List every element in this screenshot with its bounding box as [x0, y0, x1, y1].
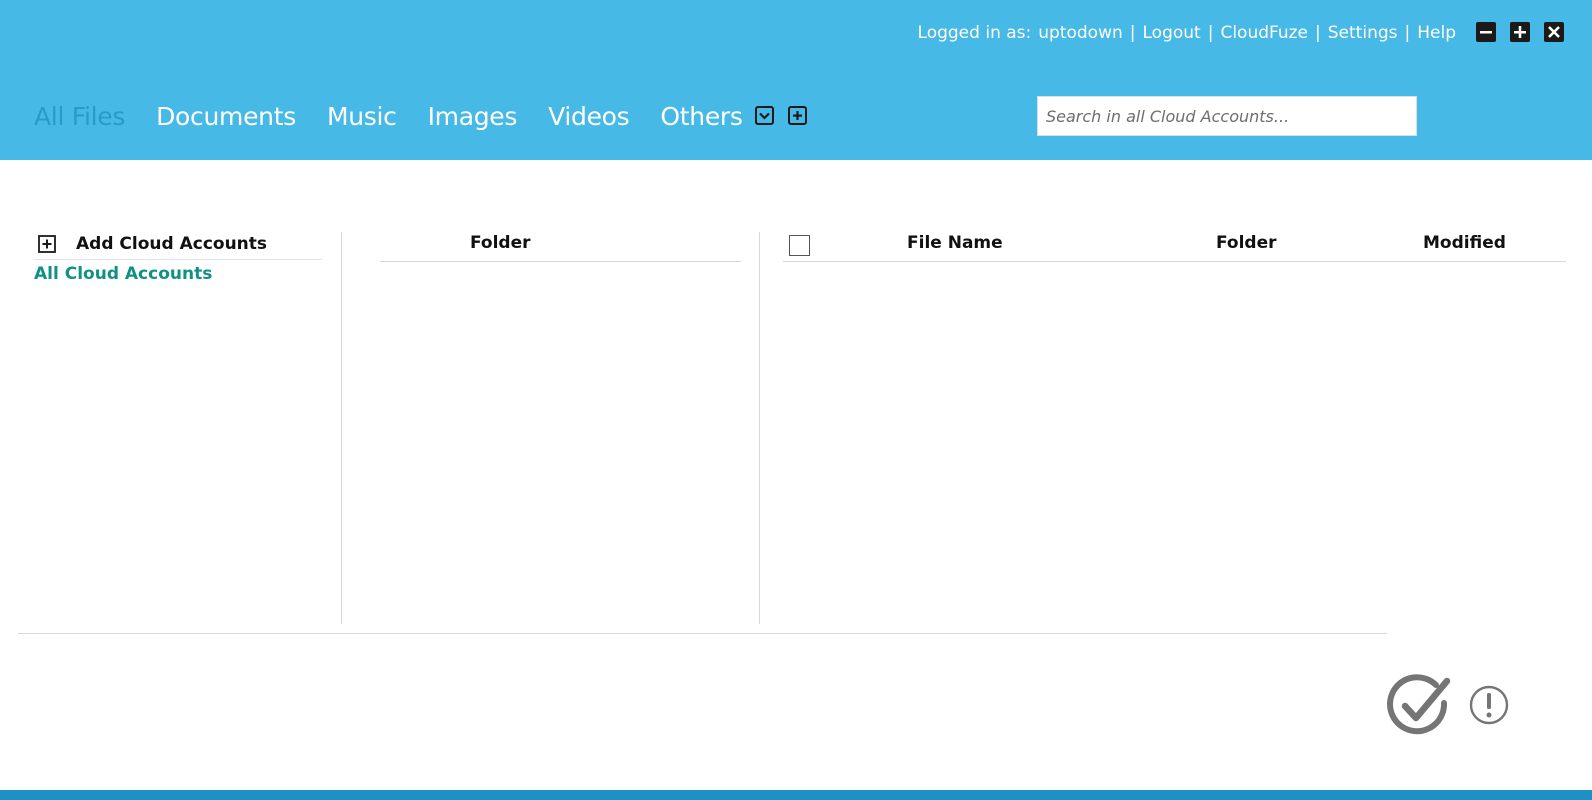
files-panel-header: File Name Folder Modified	[783, 228, 1566, 262]
add-cloud-accounts-label: Add Cloud Accounts	[76, 233, 268, 254]
cloudfuze-app-window: Logged in as: uptodown | Logout | CloudF…	[0, 0, 1592, 800]
logged-in-label: Logged in as:	[917, 23, 1032, 43]
plus-box-icon	[788, 106, 807, 125]
settings-link[interactable]: Settings	[1328, 23, 1398, 43]
tabs-dropdown-button[interactable]	[755, 106, 774, 125]
maximize-button[interactable]	[1510, 22, 1530, 42]
content-divider	[18, 633, 1387, 634]
help-link[interactable]: Help	[1417, 23, 1456, 43]
all-cloud-accounts-item[interactable]: All Cloud Accounts	[34, 264, 322, 284]
panel-divider	[341, 232, 342, 624]
chevron-down-box-icon	[755, 106, 774, 125]
folder-column-header[interactable]: Folder	[470, 233, 531, 253]
tab-videos[interactable]: Videos	[548, 102, 630, 131]
username: uptodown	[1038, 23, 1123, 43]
separator: |	[1315, 23, 1321, 43]
alerts-button[interactable]	[1468, 684, 1510, 726]
plus-box-icon	[38, 234, 56, 253]
logout-link[interactable]: Logout	[1143, 23, 1201, 43]
sync-status-button[interactable]	[1386, 673, 1454, 739]
window-controls	[1476, 22, 1564, 42]
user-bar: Logged in as: uptodown | Logout | CloudF…	[918, 22, 1456, 44]
add-tab-button[interactable]	[788, 106, 807, 125]
separator: |	[1404, 23, 1411, 43]
plus-icon	[1514, 26, 1526, 38]
close-button[interactable]	[1544, 22, 1564, 42]
tab-music[interactable]: Music	[327, 102, 397, 131]
category-tabs: All Files Documents Music Images Videos …	[34, 96, 774, 136]
panel-divider	[759, 232, 760, 624]
minus-icon	[1480, 31, 1492, 34]
folder-panel-header: Folder	[380, 228, 741, 262]
add-cloud-accounts-button[interactable]: Add Cloud Accounts	[34, 232, 322, 260]
modified-column-header[interactable]: Modified	[1423, 233, 1506, 253]
separator: |	[1207, 23, 1214, 43]
cloud-accounts-panel: Add Cloud Accounts All Cloud Accounts	[34, 232, 322, 284]
search-input[interactable]	[1037, 96, 1417, 136]
tab-others[interactable]: Others	[660, 102, 743, 131]
tab-tools	[755, 106, 807, 125]
folder-column-header[interactable]: Folder	[1216, 233, 1277, 253]
bottom-accent-bar	[0, 790, 1592, 800]
check-circle-icon	[1387, 674, 1451, 735]
cloudfuze-link[interactable]: CloudFuze	[1220, 23, 1308, 43]
file-name-column-header[interactable]: File Name	[907, 233, 1003, 253]
select-all-checkbox[interactable]	[789, 235, 810, 256]
close-icon	[1548, 26, 1560, 38]
tab-images[interactable]: Images	[428, 102, 518, 131]
minimize-button[interactable]	[1476, 22, 1496, 42]
separator: |	[1129, 23, 1136, 43]
header-bar: Logged in as: uptodown | Logout | CloudF…	[0, 0, 1592, 160]
exclamation-circle-icon	[1469, 685, 1509, 725]
tab-all-files[interactable]: All Files	[34, 102, 125, 131]
tab-documents[interactable]: Documents	[156, 102, 296, 131]
